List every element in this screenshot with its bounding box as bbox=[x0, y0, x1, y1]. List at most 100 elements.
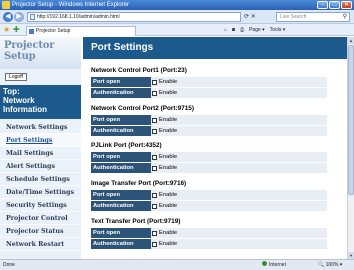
enable-checkbox[interactable]: Enable bbox=[151, 190, 327, 200]
security-zone: Internet bbox=[262, 260, 286, 270]
tab-title: Projector Setup bbox=[36, 28, 71, 34]
vertical-scrollbar[interactable]: ▲ ▼ bbox=[347, 37, 354, 259]
enable-checkbox[interactable]: Enable bbox=[151, 163, 327, 173]
favorites-star-icon[interactable]: ★ bbox=[3, 25, 10, 34]
checkbox-label: Enable bbox=[159, 203, 178, 209]
browser-app-icon bbox=[2, 1, 10, 9]
scroll-thumb[interactable] bbox=[348, 45, 354, 195]
tab-toolbar: ★ ✚ Projector Setup ⌂ ◙ ⎙ Page ▾ Tools ▾ bbox=[0, 24, 354, 36]
window-title: Projector Setup - Windows Internet Explo… bbox=[12, 2, 130, 8]
checkbox-icon[interactable] bbox=[152, 128, 157, 134]
browser-tab[interactable]: Projector Setup bbox=[26, 26, 136, 36]
page-content: Projector Setup Logoff Top: Network Info… bbox=[0, 37, 347, 259]
tools-menu[interactable]: Tools ▾ bbox=[270, 26, 286, 34]
checkbox-icon[interactable] bbox=[152, 117, 157, 123]
search-icon[interactable]: ⚲ bbox=[343, 13, 347, 21]
checkbox-icon[interactable] bbox=[152, 241, 157, 247]
setting-row: Authentication Enable bbox=[91, 239, 327, 249]
search-input[interactable]: Live Search ⚲ bbox=[276, 12, 350, 22]
sidebar-item-mail-settings[interactable]: Mail Settings bbox=[0, 147, 81, 160]
address-toolbar: ◀ ▶ http://192.168.1.10/admin/admin.html… bbox=[0, 10, 354, 24]
section-title: Image Transfer Port (Port:9716) bbox=[91, 180, 187, 187]
sidebar-item-schedule-settings[interactable]: Schedule Settings bbox=[0, 173, 81, 186]
sidebar: Projector Setup Logoff Top: Network Info… bbox=[0, 37, 81, 259]
globe-icon bbox=[262, 261, 267, 266]
refresh-stop-icons[interactable]: ⟳ ✕ bbox=[244, 13, 256, 20]
setting-row: Port open Enable bbox=[91, 190, 327, 200]
address-bar[interactable]: http://192.168.1.10/admin/admin.html bbox=[27, 12, 241, 22]
sidebar-item-date-time-settings[interactable]: Date/Time Settings bbox=[0, 186, 81, 199]
setting-label: Port open bbox=[91, 190, 151, 200]
back-button[interactable]: ◀ bbox=[3, 12, 13, 22]
page-icon bbox=[30, 14, 35, 20]
setting-row: Authentication Enable bbox=[91, 126, 327, 136]
checkbox-label: Enable bbox=[159, 90, 178, 96]
checkbox-icon[interactable] bbox=[152, 192, 157, 198]
status-text: Done bbox=[3, 262, 15, 268]
add-favorites-icon[interactable]: ✚ bbox=[13, 25, 20, 34]
port-section: Image Transfer Port (Port:9716) Port ope… bbox=[91, 179, 327, 212]
scroll-up-icon[interactable]: ▲ bbox=[348, 37, 354, 44]
window-controls: ‒ □ ✕ bbox=[317, 1, 352, 9]
section-title: Network Control Port1 (Port:23) bbox=[91, 67, 187, 74]
enable-checkbox[interactable]: Enable bbox=[151, 126, 327, 136]
enable-checkbox[interactable]: Enable bbox=[151, 239, 327, 249]
checkbox-icon[interactable] bbox=[152, 90, 157, 96]
checkbox-icon[interactable] bbox=[152, 154, 157, 160]
feeds-icon[interactable]: ◙ bbox=[232, 26, 235, 34]
sidebar-item-alert-settings[interactable]: Alert Settings bbox=[0, 160, 81, 173]
checkbox-label: Enable bbox=[159, 241, 178, 247]
checkbox-icon[interactable] bbox=[152, 203, 157, 209]
page-title: Port Settings bbox=[83, 37, 347, 59]
setting-label: Port open bbox=[91, 152, 151, 162]
enable-checkbox[interactable]: Enable bbox=[151, 228, 327, 238]
forward-button[interactable]: ▶ bbox=[14, 12, 24, 22]
top-network-information-link[interactable]: Top: Network Information bbox=[0, 85, 81, 119]
home-icon[interactable]: ⌂ bbox=[224, 26, 227, 34]
page-menu[interactable]: Page ▾ bbox=[249, 26, 265, 34]
logoff-button[interactable]: Logoff bbox=[5, 73, 27, 81]
setting-label: Authentication bbox=[91, 88, 151, 98]
sidebar-item-security-settings[interactable]: Security Settings bbox=[0, 199, 81, 212]
section-title: PJLink Port (Port:4352) bbox=[91, 142, 162, 149]
section-title: Network Control Port2 (Port:9715) bbox=[91, 105, 194, 112]
enable-checkbox[interactable]: Enable bbox=[151, 201, 327, 211]
setting-label: Port open bbox=[91, 115, 151, 125]
main-panel: Port Settings Network Control Port1 (Por… bbox=[83, 37, 347, 259]
setting-row: Authentication Enable bbox=[91, 201, 327, 211]
sidebar-item-port-settings[interactable]: Port Settings bbox=[0, 134, 81, 147]
setting-row: Authentication Enable bbox=[91, 163, 327, 173]
status-bar: Done Internet 🔍 100% ▾ bbox=[0, 259, 354, 270]
zoom-value: 100% bbox=[325, 262, 339, 268]
checkbox-icon[interactable] bbox=[152, 230, 157, 236]
command-bar: ⌂ ◙ ⎙ Page ▾ Tools ▾ bbox=[224, 26, 285, 34]
sidebar-item-projector-status[interactable]: Projector Status bbox=[0, 225, 81, 238]
setting-row: Port open Enable bbox=[91, 115, 327, 125]
port-section: Network Control Port1 (Port:23) Port ope… bbox=[91, 66, 327, 99]
minimize-button[interactable]: ‒ bbox=[317, 1, 328, 9]
setting-label: Authentication bbox=[91, 126, 151, 136]
zoom-level[interactable]: 🔍 100% ▾ bbox=[318, 260, 342, 270]
tab-page-icon bbox=[29, 29, 34, 34]
logo: Projector Setup bbox=[0, 37, 81, 69]
setting-row: Port open Enable bbox=[91, 228, 327, 238]
checkbox-label: Enable bbox=[159, 230, 178, 236]
checkbox-label: Enable bbox=[159, 192, 178, 198]
checkbox-label: Enable bbox=[159, 128, 178, 134]
checkbox-icon[interactable] bbox=[152, 165, 157, 171]
sidebar-item-projector-control[interactable]: Projector Control bbox=[0, 212, 81, 225]
maximize-button[interactable]: □ bbox=[329, 1, 340, 9]
scroll-down-icon[interactable]: ▼ bbox=[348, 252, 354, 259]
setting-row: Port open Enable bbox=[91, 77, 327, 87]
checkbox-icon[interactable] bbox=[152, 79, 157, 85]
setting-label: Port open bbox=[91, 228, 151, 238]
enable-checkbox[interactable]: Enable bbox=[151, 115, 327, 125]
sidebar-item-network-settings[interactable]: Network Settings bbox=[0, 121, 81, 134]
close-button[interactable]: ✕ bbox=[341, 1, 352, 9]
enable-checkbox[interactable]: Enable bbox=[151, 88, 327, 98]
sidebar-item-network-restart[interactable]: Network Restart bbox=[0, 238, 81, 251]
enable-checkbox[interactable]: Enable bbox=[151, 77, 327, 87]
enable-checkbox[interactable]: Enable bbox=[151, 152, 327, 162]
top-nav-label: Top: Network Information bbox=[3, 87, 47, 114]
print-icon[interactable]: ⎙ bbox=[240, 26, 244, 34]
